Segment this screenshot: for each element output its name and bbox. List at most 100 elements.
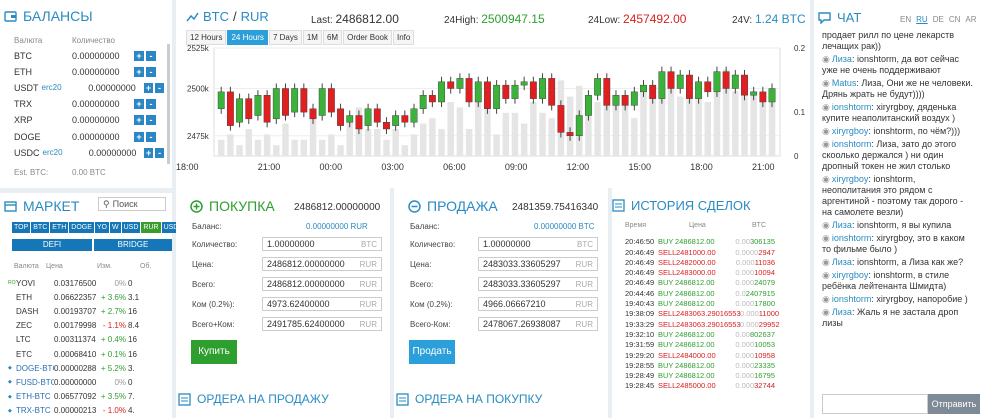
market-row[interactable]: ◆ TRX-BTC 0.00000213 - 1.0% 4. — [8, 405, 166, 417]
chat-author[interactable]: Лиза — [832, 307, 852, 317]
market-row[interactable]: ZEC 0.00179998 - 1.1% 8.4 — [8, 320, 166, 332]
buy-qty-input[interactable]: 1.00000000 BTC — [262, 237, 382, 251]
send-button[interactable]: Отправить — [928, 394, 980, 414]
chart-tab-6m[interactable]: 6M — [322, 30, 343, 45]
chat-input[interactable] — [822, 394, 928, 414]
market-tab-eth[interactable]: ETH — [50, 222, 69, 233]
market-price: 0.00000000 — [54, 377, 97, 387]
chart-tab-7-days[interactable]: 7 Days — [268, 30, 302, 45]
deposit-button[interactable]: + — [144, 82, 154, 93]
market-tab-rur[interactable]: RUR — [141, 222, 161, 233]
sell-balance[interactable]: 0.00000000 BTC — [534, 222, 595, 231]
x-tick-label: 06:00 — [443, 162, 466, 172]
list-icon — [178, 392, 191, 406]
market-tab-usd[interactable]: USD — [121, 222, 141, 233]
market-tab-doge[interactable]: DOGE — [69, 222, 94, 233]
chart-tab-1m[interactable]: 1M — [302, 30, 322, 45]
market-currency: ETH-BTC — [16, 392, 51, 402]
sell-button[interactable]: Продать — [409, 340, 455, 364]
candle — [254, 95, 262, 116]
withdraw-button[interactable]: - — [146, 115, 156, 126]
chat-author[interactable]: ionshtorm — [832, 233, 872, 243]
buy-total-input[interactable]: 2486812.00000000 RUR — [262, 277, 382, 291]
chat-author[interactable]: Лиза — [832, 220, 852, 230]
subtab-defi[interactable]: DEFI — [12, 239, 92, 251]
trade-amount: 0.00010053 — [735, 340, 775, 349]
search-input[interactable]: ⚲ Поиск — [98, 197, 166, 211]
lang-en[interactable]: EN — [900, 15, 911, 24]
chat-author[interactable]: Лиза — [832, 54, 852, 64]
buy-price-label: Цена: — [192, 260, 214, 269]
balance-value: 0.00000000 — [88, 147, 137, 158]
buy-balance[interactable]: 0.00000000 RUR — [306, 222, 368, 231]
buy-fee-label: Ком (0.2%): — [192, 300, 235, 309]
pair-quote[interactable]: RUR — [241, 9, 269, 24]
deposit-button[interactable]: + — [134, 99, 144, 110]
chat-author[interactable]: ionshtorm — [832, 294, 872, 304]
sell-total-input[interactable]: 2483033.33605297 RUR — [478, 277, 598, 291]
market-tab-yo[interactable]: YO — [94, 222, 110, 233]
withdraw-button[interactable]: - — [155, 82, 165, 93]
withdraw-button[interactable]: - — [146, 50, 156, 61]
market-row[interactable]: LTC 0.00311374 + 0.4% 16 — [8, 334, 166, 346]
market-row[interactable]: DASH 0.00193707 + 2.7% 16 — [8, 305, 166, 317]
chat-author[interactable]: Matus — [832, 78, 857, 88]
deposit-button[interactable]: + — [134, 115, 144, 126]
chart-tab-order-book[interactable]: Order Book — [343, 30, 392, 45]
buy-price-input[interactable]: 2486812.00000000 RUR — [262, 257, 382, 271]
withdraw-button[interactable]: - — [146, 131, 156, 142]
lang-cn[interactable]: CN — [949, 15, 961, 24]
chart-tab-12-hours[interactable]: 12 Hours — [186, 30, 227, 45]
market-tab-btc[interactable]: BTC — [31, 222, 50, 233]
chat-author[interactable]: ionshtorm — [832, 102, 872, 112]
x-tick-label: 21:00 — [258, 162, 281, 172]
lang-de[interactable]: DE — [933, 15, 944, 24]
market-row[interactable]: ETC 0.00068410 + 0.1% 16 — [8, 348, 166, 360]
market-row[interactable]: ◆ ETH-BTC 0.06577092 + 3.5% 7. — [8, 391, 166, 403]
chat-author[interactable]: xiryrgboy — [832, 174, 869, 184]
candle — [309, 108, 317, 120]
market-row[interactable]: ROMYOVI 0.03176500 0%0 — [8, 277, 166, 289]
market-row[interactable]: ◆ FUSD-BTC 0.00000000 0% 0 — [8, 376, 166, 388]
chat-author[interactable]: Лиза — [832, 257, 852, 267]
candle — [447, 81, 455, 89]
trade-price: 2486812.00 — [674, 329, 715, 339]
candle — [355, 115, 363, 130]
market-row[interactable]: ETH 0.06622357 + 3.6% 3.1 — [8, 291, 166, 303]
market-tab-top[interactable]: TOP — [12, 222, 31, 233]
balances-title: БАЛАНСЫ — [23, 8, 93, 24]
trade-row: 19:31:59 BUY 2486812.00 0.00010053 — [625, 340, 775, 350]
price-chart[interactable]: 2525k 2500k 2475k 0.2 0.1 0 18:00 21:00 00:00 03:… — [176, 44, 810, 188]
pair-base[interactable]: BTC — [203, 9, 229, 24]
volume-bar — [245, 129, 252, 156]
subtab-bridge[interactable]: BRIDGE — [94, 239, 172, 251]
balances-header: БАЛАНСЫ — [4, 8, 93, 24]
buy-button[interactable]: Купить — [191, 340, 237, 364]
sell-best-price: 2481359.75416340 — [512, 202, 599, 213]
chat-author[interactable]: ionshtorm — [832, 139, 872, 149]
chat-author[interactable]: xiryrgboy — [832, 126, 869, 136]
lang-ar[interactable]: AR — [965, 15, 976, 24]
deposit-button[interactable]: + — [134, 50, 144, 61]
deposit-button[interactable]: + — [144, 147, 154, 158]
withdraw-button[interactable]: - — [146, 99, 156, 110]
x-tick-label: 00:00 — [320, 162, 343, 172]
chart-tab-info[interactable]: Info — [393, 30, 415, 45]
sell-price-input[interactable]: 2483033.33605297 RUR — [478, 257, 598, 271]
scrollbar[interactable] — [167, 44, 170, 164]
withdraw-button[interactable]: - — [155, 147, 165, 158]
market-tab-w[interactable]: W — [110, 222, 121, 233]
sell-qty-input[interactable]: 1.00000000 BTC — [478, 237, 598, 251]
lang-ru[interactable]: RU — [916, 15, 928, 24]
chart-tab-24-hours[interactable]: 24 Hours — [227, 30, 268, 45]
candle — [630, 91, 638, 106]
chat-author[interactable]: xiryrgboy — [832, 270, 869, 280]
x-tick-label: 21:00 — [752, 162, 775, 172]
withdraw-button[interactable]: - — [146, 66, 156, 77]
trade-amount-zeros: 0.000 — [735, 299, 755, 309]
market-change: 0% — [114, 377, 126, 387]
market-row[interactable]: ◆ DOGE-BTC0.00000288+ 5.2%3. — [8, 362, 166, 374]
deposit-button[interactable]: + — [134, 131, 144, 142]
deposit-button[interactable]: + — [134, 66, 144, 77]
market-change: - 1.0% — [102, 406, 126, 416]
